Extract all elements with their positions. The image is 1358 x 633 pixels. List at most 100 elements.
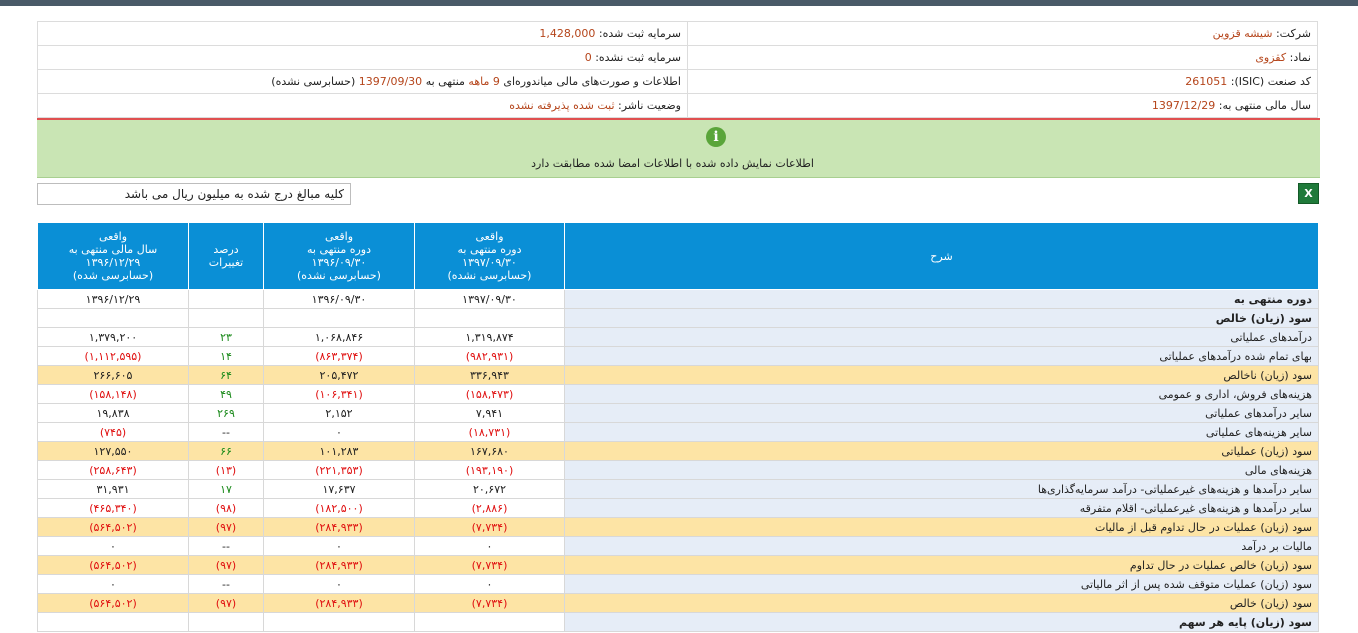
header-line: واقعی xyxy=(324,230,354,243)
financial-table-body: دوره منتهی به ۱۳۹۷/۰۹/۳۰ ۱۳۹۶/۰۹/۳۰ ۱۳۹۶/۱۲… xyxy=(37,289,1319,632)
notice-message: اطلاعات نمایش داده شده با اطلاعات امضا ش… xyxy=(531,157,814,170)
publisher-status-cell: وضعیت ناشر: ثبت شده پذیرفته نشده xyxy=(37,93,688,118)
symbol-label: نماد: xyxy=(1289,51,1311,64)
table-row: سایر درآمدها و هزینه‌های غیرعملیاتی- درآ… xyxy=(37,479,1319,499)
cell-period-1396 xyxy=(263,612,415,632)
company-name-value[interactable]: شیشه قزوین xyxy=(1213,27,1273,40)
cell-fiscal-year-1396 xyxy=(37,612,189,632)
header-line: ۱۳۹۶/۱۲/۲۹ xyxy=(85,256,141,269)
cell-fiscal-year-1396: (۴۶۵,۳۴۰) xyxy=(37,498,189,518)
table-row: سود (زیان) خالص (۷,۷۳۴) (۲۸۴,۹۳۳) (۹۷) (۵۶۴,… xyxy=(37,593,1319,613)
row-label: سایر درآمدها و هزینه‌های غیرعملیاتی- درآ… xyxy=(564,479,1319,499)
cell-percent-change: ۲۳ xyxy=(188,327,264,347)
excel-icon[interactable]: X xyxy=(1298,183,1319,204)
financial-table: شرح واقعی دوره منتهی به ۱۳۹۷/۰۹/۳۰ (حسابرسی… xyxy=(37,222,1319,632)
row-label: سود (زیان) پایه هر سهم xyxy=(564,612,1319,632)
cell-period-1397: (۷,۷۳۴) xyxy=(414,593,565,613)
table-row: سود (زیان) عملیات در حال تداوم قبل از ما… xyxy=(37,517,1319,537)
cell-period-1396: (۲۸۴,۹۳۳) xyxy=(263,517,415,537)
row-label: مالیات بر درآمد xyxy=(564,536,1319,556)
cell-period-1396: ۲۰۵,۴۷۲ xyxy=(263,365,415,385)
company-name-label: شرکت: xyxy=(1275,27,1311,40)
row-label: درآمدهای عملیاتی xyxy=(564,327,1319,347)
cell-period-1396: (۸۶۳,۳۷۴) xyxy=(263,346,415,366)
isic-label: کد صنعت (ISIC): xyxy=(1230,75,1311,88)
table-row: هزینه‌های مالی (۱۹۳,۱۹۰) (۲۲۱,۳۵۳) (۱۳) (۲۵۸… xyxy=(37,460,1319,480)
table-row: هزینه‌های فروش، اداری و عمومی (۱۵۸,۴۷۳) (۱… xyxy=(37,384,1319,404)
verification-notice: i اطلاعات نمایش داده شده با اطلاعات امضا… xyxy=(37,120,1320,178)
cell-fiscal-year-1396 xyxy=(37,308,189,328)
cell-period-1396: (۲۸۴,۹۳۳) xyxy=(263,593,415,613)
cell-percent-change: ۴۹ xyxy=(188,384,264,404)
table-row: سود (زیان) عملیاتی ۱۶۷,۶۸۰ ۱۰۱,۲۸۳ ۶۶ ۱۲۷,۵۵… xyxy=(37,441,1319,461)
table-header-row: شرح واقعی دوره منتهی به ۱۳۹۷/۰۹/۳۰ (حسابرسی… xyxy=(37,222,1319,290)
cell-period-1396: ۰ xyxy=(263,422,415,442)
cell-period-1396: ۱۰۱,۲۸۳ xyxy=(263,441,415,461)
header-period-1397: واقعی دوره منتهی به ۱۳۹۷/۰۹/۳۰ (حسابرسی نشد… xyxy=(414,222,565,290)
publisher-status-value: ثبت شده پذیرفته نشده xyxy=(509,99,615,112)
cell-percent-change: (۱۳) xyxy=(188,460,264,480)
header-description: شرح xyxy=(564,222,1319,290)
cell-period-1396: ۱۷,۶۳۷ xyxy=(263,479,415,499)
header-line: واقعی xyxy=(98,230,128,243)
cell-fiscal-year-1396: (۵۶۴,۵۰۲) xyxy=(37,593,189,613)
row-label: هزینه‌های مالی xyxy=(564,460,1319,480)
fiscal-year-cell: سال مالی منتهی به: 1397/12/29 xyxy=(687,93,1318,118)
report-desc-period: 9 ماهه xyxy=(468,75,500,88)
cell-percent-change: (۹۷) xyxy=(188,593,264,613)
cell-period-1397: ۱۳۹۷/۰۹/۳۰ xyxy=(414,289,565,309)
header-line: دوره منتهی به xyxy=(306,243,371,256)
registered-capital-cell: سرمایه ثبت شده: 1,428,000 xyxy=(37,21,688,46)
table-row: سایر درآمدها و هزینه‌های غیرعملیاتی- اقل… xyxy=(37,498,1319,518)
info-row: شرکت: شیشه قزوین سرمایه ثبت شده: 1,428,0… xyxy=(37,21,1318,46)
cell-period-1396: ۱۳۹۶/۰۹/۳۰ xyxy=(263,289,415,309)
cell-fiscal-year-1396: ۰ xyxy=(37,536,189,556)
fiscal-year-value: 1397/12/29 xyxy=(1151,99,1216,112)
info-row: نماد: کقزوی سرمایه ثبت نشده: 0 xyxy=(37,45,1318,70)
cell-fiscal-year-1396: (۱,۱۱۲,۵۹۵) xyxy=(37,346,189,366)
row-label: سایر درآمدهای عملیاتی xyxy=(564,403,1319,423)
row-label: سایر درآمدها و هزینه‌های غیرعملیاتی- اقل… xyxy=(564,498,1319,518)
header-line: (حسابرسی نشده) xyxy=(297,269,381,282)
cell-fiscal-year-1396: ۲۶۶,۶۰۵ xyxy=(37,365,189,385)
table-row: مالیات بر درآمد ۰ ۰ -- ۰ xyxy=(37,536,1319,556)
publisher-status-label: وضعیت ناشر: xyxy=(618,99,681,112)
table-row: بهای تمام شده درآمدهای عملیاتی (۹۸۲,۹۳۱)(… xyxy=(37,346,1319,366)
cell-percent-change: -- xyxy=(188,574,264,594)
row-label: دوره منتهی به xyxy=(564,289,1319,309)
row-label: بهای تمام شده درآمدهای عملیاتی xyxy=(564,346,1319,366)
cell-percent-change: ۱۷ xyxy=(188,479,264,499)
cell-percent-change: (۹۷) xyxy=(188,517,264,537)
cell-period-1397: (۹۸۲,۹۳۱) xyxy=(414,346,565,366)
isic-value: 261051 xyxy=(1185,75,1228,88)
header-line: (حسابرسی نشده) xyxy=(447,269,532,282)
header-line: (حسابرسی شده) xyxy=(72,269,154,282)
cell-percent-change xyxy=(188,612,264,632)
header-line: سال مالی منتهی به xyxy=(68,243,158,256)
header-line: ۱۳۹۷/۰۹/۳۰ xyxy=(462,256,517,269)
info-icon: i xyxy=(706,127,726,147)
cell-fiscal-year-1396: ۱۹,۸۳۸ xyxy=(37,403,189,423)
header-line: درصد xyxy=(213,243,239,256)
cell-period-1396: (۱۸۲,۵۰۰) xyxy=(263,498,415,518)
cell-fiscal-year-1396: ۱,۳۷۹,۲۰۰ xyxy=(37,327,189,347)
row-label: سود (زیان) عملیات در حال تداوم قبل از ما… xyxy=(564,517,1319,537)
cell-period-1397: ۱,۳۱۹,۸۷۴ xyxy=(414,327,565,347)
unregistered-capital-cell: سرمایه ثبت نشده: 0 xyxy=(37,45,688,70)
header-period-1396: واقعی دوره منتهی به ۱۳۹۶/۰۹/۳۰ (حسابرسی نشد… xyxy=(263,222,415,290)
cell-period-1396 xyxy=(263,308,415,328)
cell-period-1397: ۰ xyxy=(414,574,565,594)
company-info-table: شرکت: شیشه قزوین سرمایه ثبت شده: 1,428,0… xyxy=(37,21,1318,118)
cell-percent-change xyxy=(188,308,264,328)
symbol-value[interactable]: کقزوی xyxy=(1255,51,1286,64)
report-desc-date: 1397/09/30 xyxy=(358,75,423,88)
table-row: سود (زیان) خالص xyxy=(37,308,1319,328)
cell-period-1397 xyxy=(414,612,565,632)
row-label: سود (زیان) ناخالص xyxy=(564,365,1319,385)
top-bar xyxy=(0,0,1358,6)
row-label: سود (زیان) خالص xyxy=(564,593,1319,613)
table-row: سایر هزینه‌های عملیاتی (۱۸,۷۳۱) ۰ -- (۷۴۵) xyxy=(37,422,1319,442)
cell-fiscal-year-1396: ۳۱,۹۳۱ xyxy=(37,479,189,499)
header-fiscal-year-1396: واقعی سال مالی منتهی به ۱۳۹۶/۱۲/۲۹ (حسابرسی… xyxy=(37,222,189,290)
report-desc-mid: منتهی به xyxy=(425,75,465,88)
